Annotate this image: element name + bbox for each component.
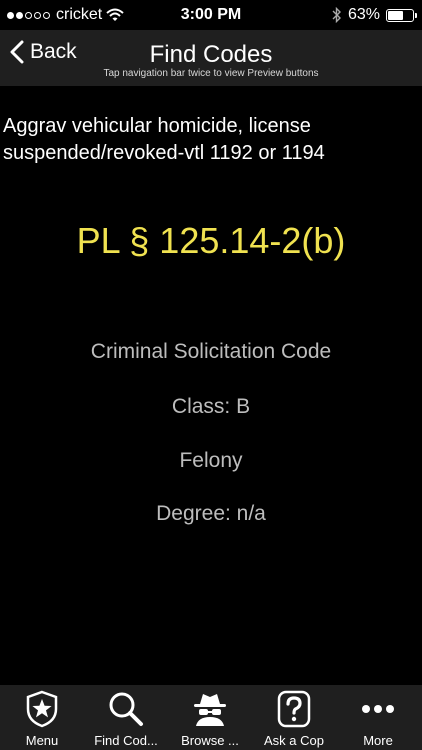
status-bar: cricket 3:00 PM 63% <box>0 0 422 30</box>
spy-icon <box>194 694 226 726</box>
status-right: 63% <box>332 6 417 24</box>
criminal-solicitation-label: Criminal Solicitation Code <box>90 340 332 363</box>
page-title: Find Codes <box>149 41 273 68</box>
battery-fill <box>388 10 403 20</box>
class-label: Class: B <box>171 395 251 418</box>
badge-star-icon <box>26 690 58 728</box>
tab-label-menu: Menu <box>25 733 59 748</box>
tab-label-more: More <box>363 733 393 748</box>
degree-label: Degree: n/a <box>156 502 266 525</box>
tab-bar: Menu Find Cod... Browse ... Ask a Cop Mo… <box>0 685 422 750</box>
offense-description: Aggrav vehicular homicide, license suspe… <box>3 115 325 164</box>
search-icon <box>109 692 143 726</box>
tab-menu[interactable]: Menu <box>0 685 84 750</box>
question-icon <box>277 690 311 728</box>
battery-icon <box>386 8 417 22</box>
offense-type: Felony <box>179 449 243 472</box>
tab-browse[interactable]: Browse ... <box>168 685 252 750</box>
battery-percentage: 63% <box>347 6 380 23</box>
law-code: PL § 125.14-2(b) <box>76 220 346 261</box>
nav-hint: Tap navigation bar twice to view Preview… <box>103 68 319 79</box>
tab-label-ask-a-cop: Ask a Cop <box>264 733 324 748</box>
tab-more[interactable]: More <box>336 685 420 750</box>
tab-label-find-codes: Find Cod... <box>94 733 158 748</box>
more-icon <box>362 705 394 713</box>
tab-ask-a-cop[interactable]: Ask a Cop <box>252 685 336 750</box>
navigation-bar[interactable]: Back Find Codes Tap navigation bar twice… <box>0 30 422 86</box>
bluetooth-icon <box>332 7 341 23</box>
tab-label-browse: Browse ... <box>181 733 239 748</box>
tab-find-codes[interactable]: Find Cod... <box>84 685 168 750</box>
